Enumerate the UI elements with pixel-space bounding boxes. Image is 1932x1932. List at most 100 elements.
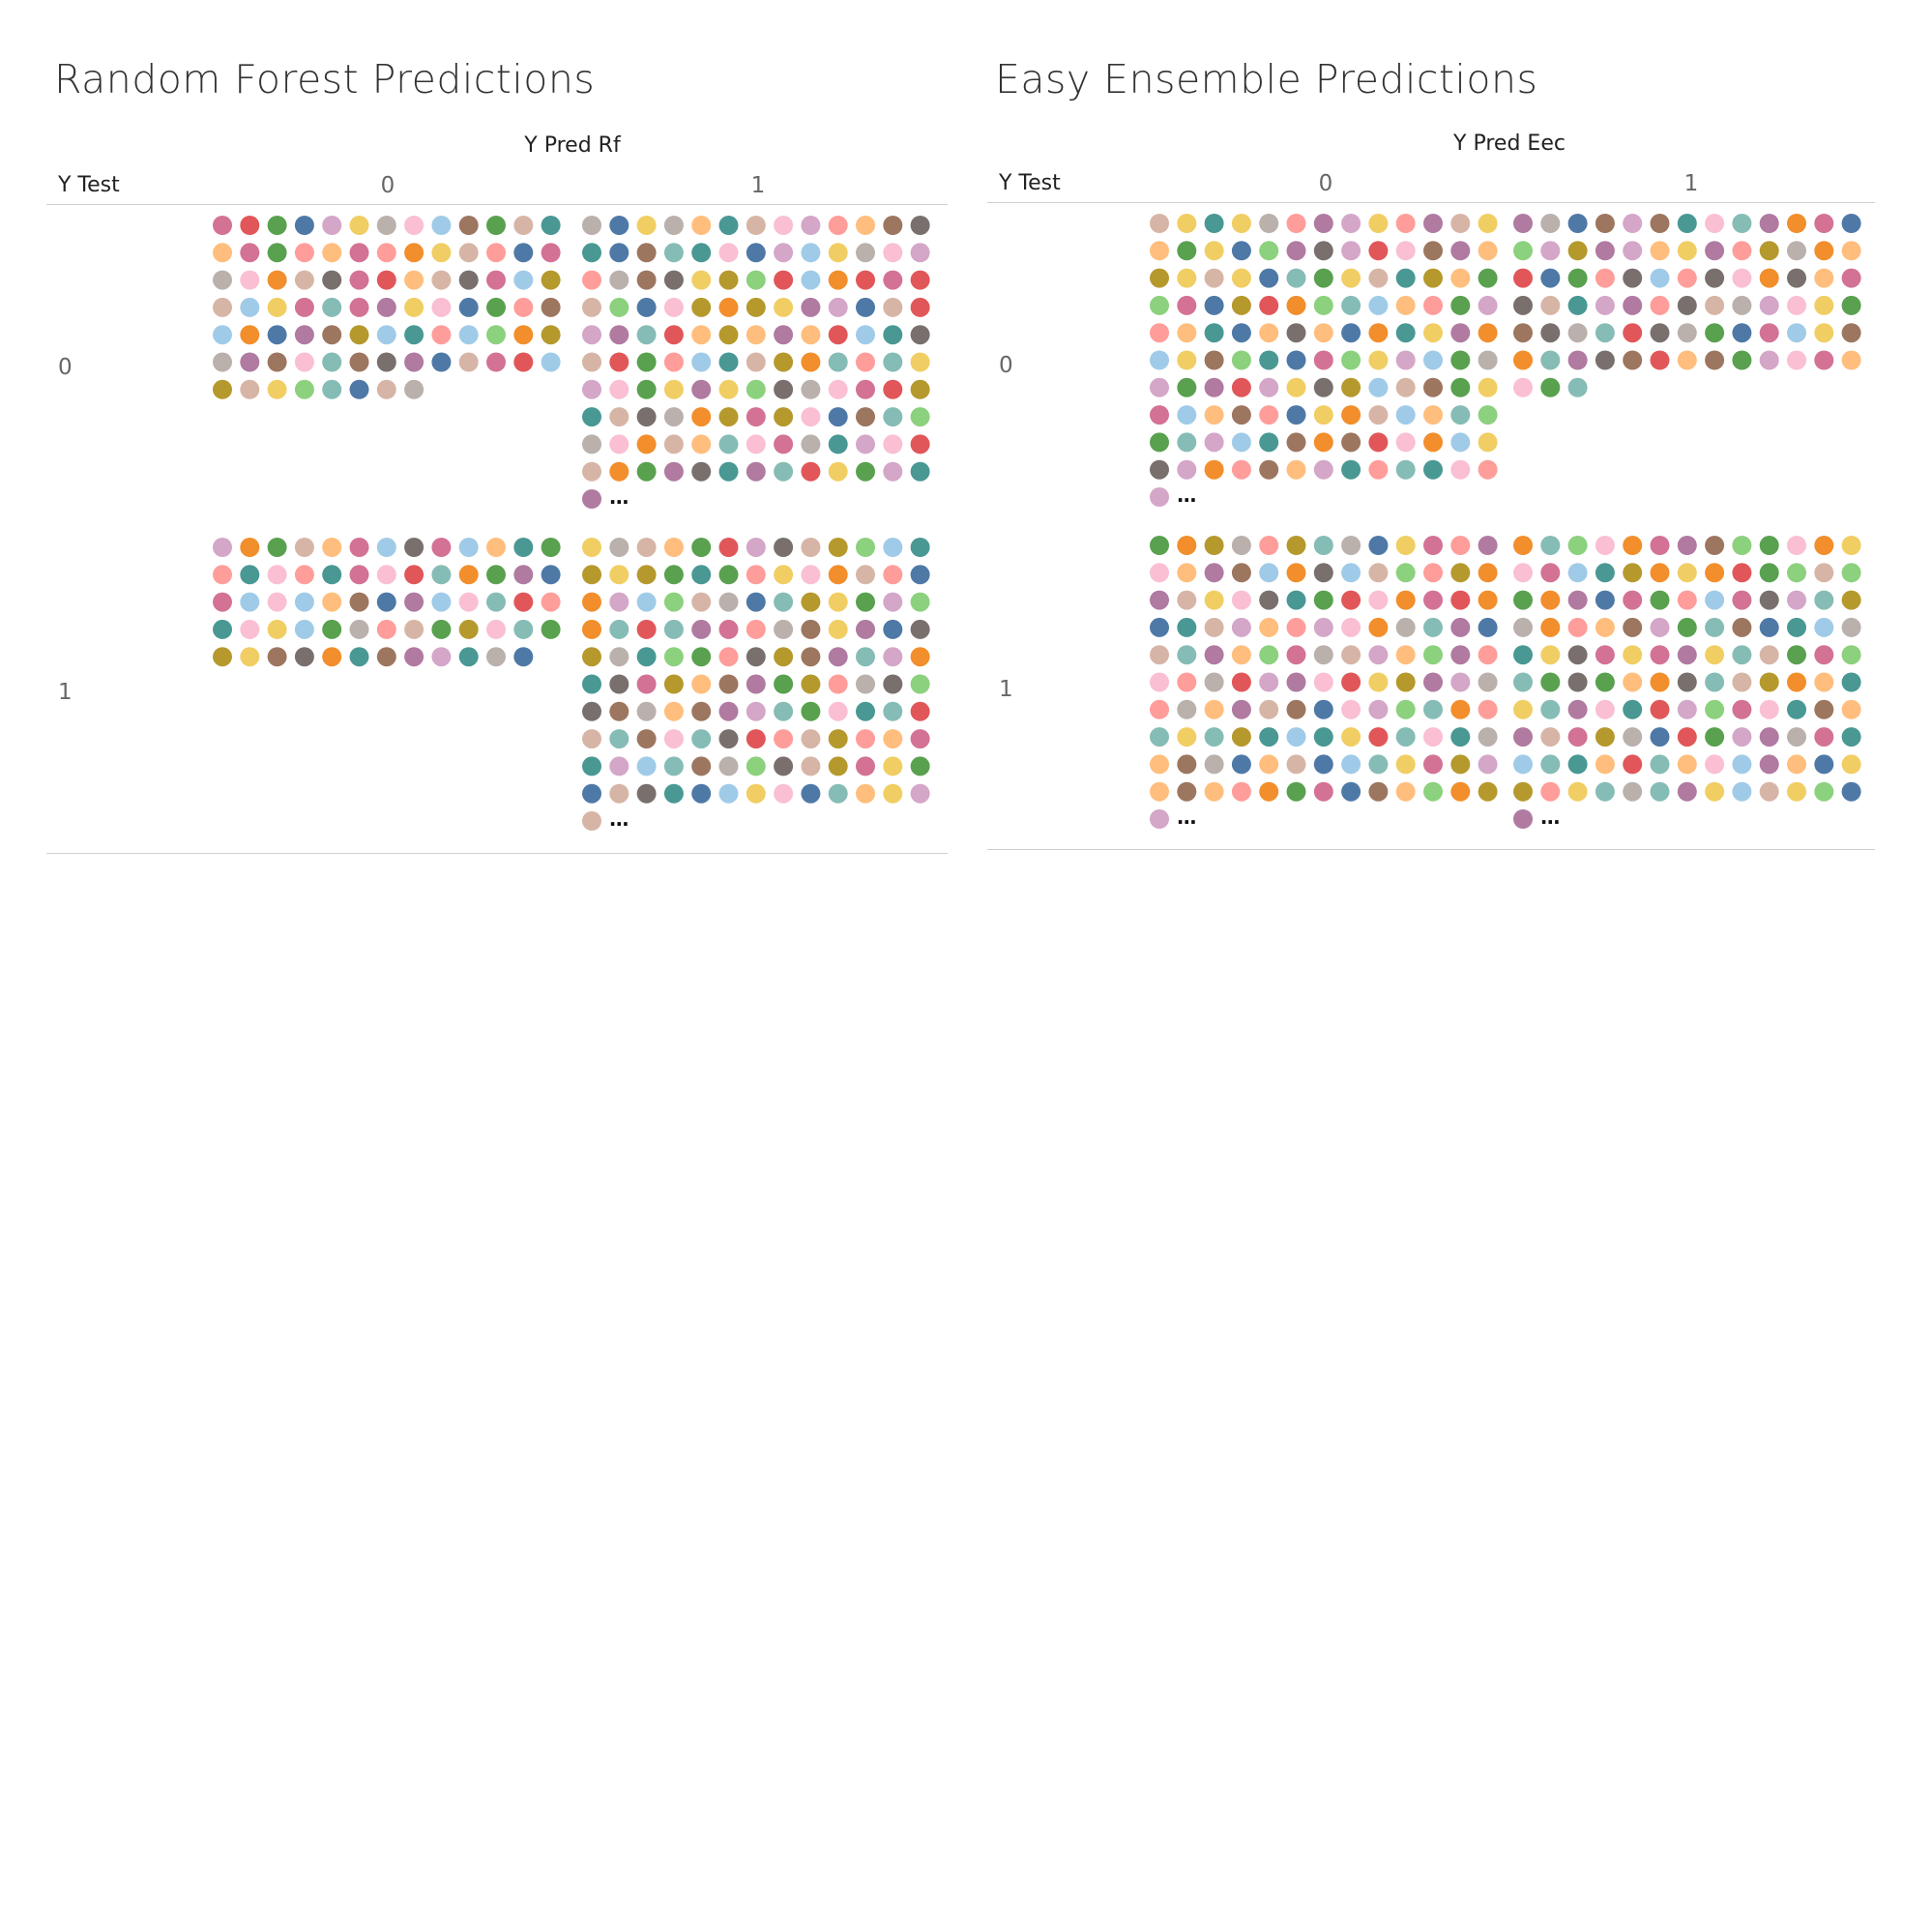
data-point[interactable] [404, 270, 424, 290]
data-point[interactable] [1423, 459, 1443, 480]
data-point[interactable] [267, 619, 287, 639]
data-point[interactable] [1540, 727, 1561, 747]
data-point[interactable] [1423, 754, 1443, 775]
data-point[interactable] [663, 729, 684, 749]
data-point[interactable] [240, 379, 260, 399]
data-point[interactable] [1650, 295, 1670, 315]
data-point[interactable] [801, 379, 821, 399]
data-point[interactable] [1595, 727, 1615, 747]
data-point[interactable] [691, 297, 712, 317]
data-point[interactable] [718, 461, 739, 482]
data-point[interactable] [1150, 432, 1169, 453]
data-point[interactable] [663, 270, 684, 290]
data-point[interactable] [1732, 536, 1752, 555]
data-point[interactable] [486, 352, 506, 372]
data-point[interactable] [1368, 268, 1389, 288]
data-point[interactable] [1313, 459, 1333, 480]
data-point[interactable] [1150, 350, 1169, 370]
data-point[interactable] [1650, 563, 1670, 583]
data-point[interactable] [1567, 536, 1588, 555]
data-point[interactable] [746, 216, 766, 235]
data-point[interactable] [1677, 295, 1697, 315]
data-point[interactable] [1341, 754, 1361, 775]
data-point[interactable] [856, 216, 875, 235]
data-point[interactable] [801, 538, 821, 557]
data-point[interactable] [883, 701, 903, 721]
data-point[interactable] [1313, 727, 1333, 747]
data-point[interactable] [883, 297, 903, 317]
data-point[interactable] [746, 461, 766, 482]
data-point[interactable] [513, 647, 534, 667]
data-point[interactable] [1650, 645, 1670, 665]
data-point[interactable] [691, 783, 712, 804]
data-point[interactable] [663, 674, 684, 694]
data-point[interactable] [1150, 617, 1169, 637]
data-point[interactable] [404, 352, 424, 372]
data-point[interactable] [774, 701, 794, 721]
data-point[interactable] [1368, 323, 1389, 343]
data-point[interactable] [1841, 672, 1861, 692]
data-point[interactable] [609, 592, 629, 612]
data-point[interactable] [1623, 241, 1643, 261]
data-point[interactable] [856, 565, 875, 585]
data-point[interactable] [1286, 754, 1306, 775]
data-point[interactable] [1150, 809, 1169, 829]
data-point[interactable] [294, 352, 314, 372]
data-point[interactable] [1623, 754, 1643, 775]
data-point[interactable] [746, 619, 766, 639]
data-point[interactable] [1478, 590, 1498, 610]
data-point[interactable] [267, 325, 287, 345]
data-point[interactable] [267, 379, 287, 399]
data-point[interactable] [404, 216, 424, 235]
data-point[interactable] [1286, 459, 1306, 480]
data-point[interactable] [1286, 617, 1306, 637]
data-point[interactable] [376, 297, 396, 317]
data-point[interactable] [1177, 214, 1197, 233]
data-point[interactable] [1150, 699, 1169, 719]
data-point[interactable] [582, 592, 601, 612]
data-point[interactable] [1204, 563, 1224, 583]
data-point[interactable] [1341, 459, 1361, 480]
data-point[interactable] [1567, 295, 1588, 315]
data-point[interactable] [1513, 563, 1533, 583]
data-point[interactable] [1478, 432, 1498, 453]
data-point[interactable] [213, 243, 232, 263]
data-point[interactable] [294, 216, 314, 235]
data-point[interactable] [294, 243, 314, 263]
data-point[interactable] [1204, 672, 1224, 692]
data-point[interactable] [1705, 295, 1725, 315]
data-point[interactable] [1423, 672, 1443, 692]
data-point[interactable] [486, 647, 506, 667]
data-point[interactable] [801, 674, 821, 694]
data-point[interactable] [1395, 459, 1416, 480]
data-point[interactable] [883, 434, 903, 454]
data-point[interactable] [691, 538, 712, 557]
data-point[interactable] [1540, 295, 1561, 315]
data-point[interactable] [1286, 699, 1306, 719]
data-point[interactable] [294, 565, 314, 585]
data-point[interactable] [322, 592, 342, 612]
data-point[interactable] [828, 701, 848, 721]
data-point[interactable] [746, 352, 766, 372]
data-point[interactable] [691, 756, 712, 776]
data-point[interactable] [458, 352, 479, 372]
data-point[interactable] [746, 243, 766, 263]
data-point[interactable] [883, 407, 903, 427]
data-point[interactable] [431, 592, 452, 612]
data-point[interactable] [1650, 617, 1670, 637]
data-point[interactable] [1313, 405, 1333, 425]
data-point[interactable] [1341, 405, 1361, 425]
data-point[interactable] [213, 647, 232, 667]
data-point[interactable] [1787, 699, 1806, 719]
data-point[interactable] [1814, 590, 1834, 610]
data-point[interactable] [458, 592, 479, 612]
data-point[interactable] [1341, 323, 1361, 343]
data-point[interactable] [1150, 241, 1169, 261]
data-point[interactable] [1623, 350, 1643, 370]
data-point[interactable] [910, 407, 930, 427]
data-point[interactable] [1677, 781, 1697, 802]
data-point[interactable] [828, 407, 848, 427]
data-point[interactable] [486, 565, 506, 585]
data-point[interactable] [1177, 459, 1197, 480]
data-point[interactable] [1650, 590, 1670, 610]
